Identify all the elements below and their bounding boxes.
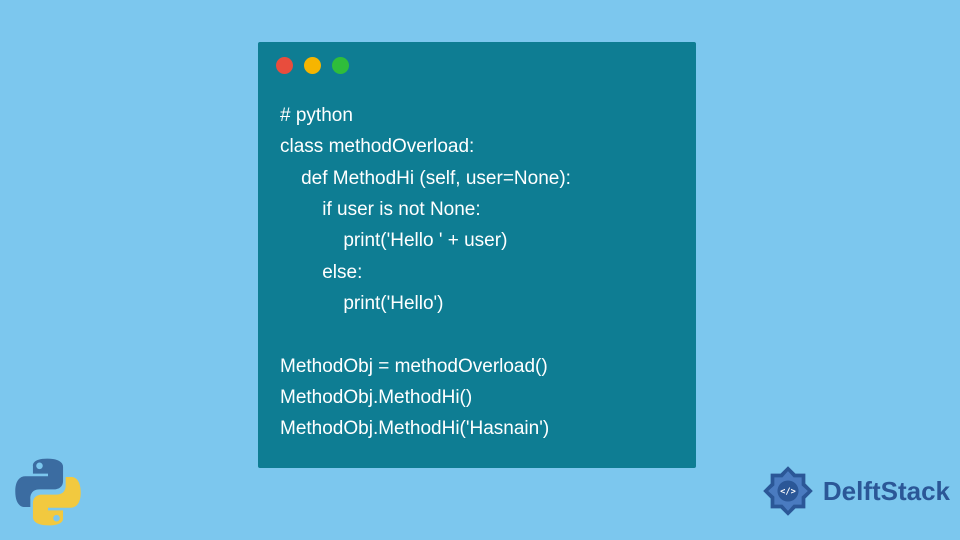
minimize-icon (304, 57, 321, 74)
code-line: print('Hello') (280, 293, 444, 314)
code-line: def MethodHi (self, user=None): (280, 168, 571, 189)
code-line: if user is not None: (280, 199, 481, 220)
delftstack-icon: </> (757, 460, 819, 522)
delftstack-logo: </> DelftStack (757, 460, 950, 522)
code-line: MethodObj.MethodHi() (280, 387, 472, 408)
code-line: # python (280, 105, 353, 126)
svg-text:</>: </> (780, 487, 796, 497)
code-window: # python class methodOverload: def Metho… (258, 42, 696, 468)
maximize-icon (332, 57, 349, 74)
code-line: print('Hello ' + user) (280, 230, 507, 251)
code-line: class methodOverload: (280, 136, 474, 157)
code-content: # python class methodOverload: def Metho… (258, 82, 696, 445)
code-line: else: (280, 262, 362, 283)
close-icon (276, 57, 293, 74)
traffic-lights (258, 42, 696, 82)
python-logo-icon (12, 456, 84, 528)
code-line: MethodObj = methodOverload() (280, 356, 548, 377)
delftstack-text: DelftStack (823, 476, 950, 507)
code-line: MethodObj.MethodHi('Hasnain') (280, 418, 549, 439)
